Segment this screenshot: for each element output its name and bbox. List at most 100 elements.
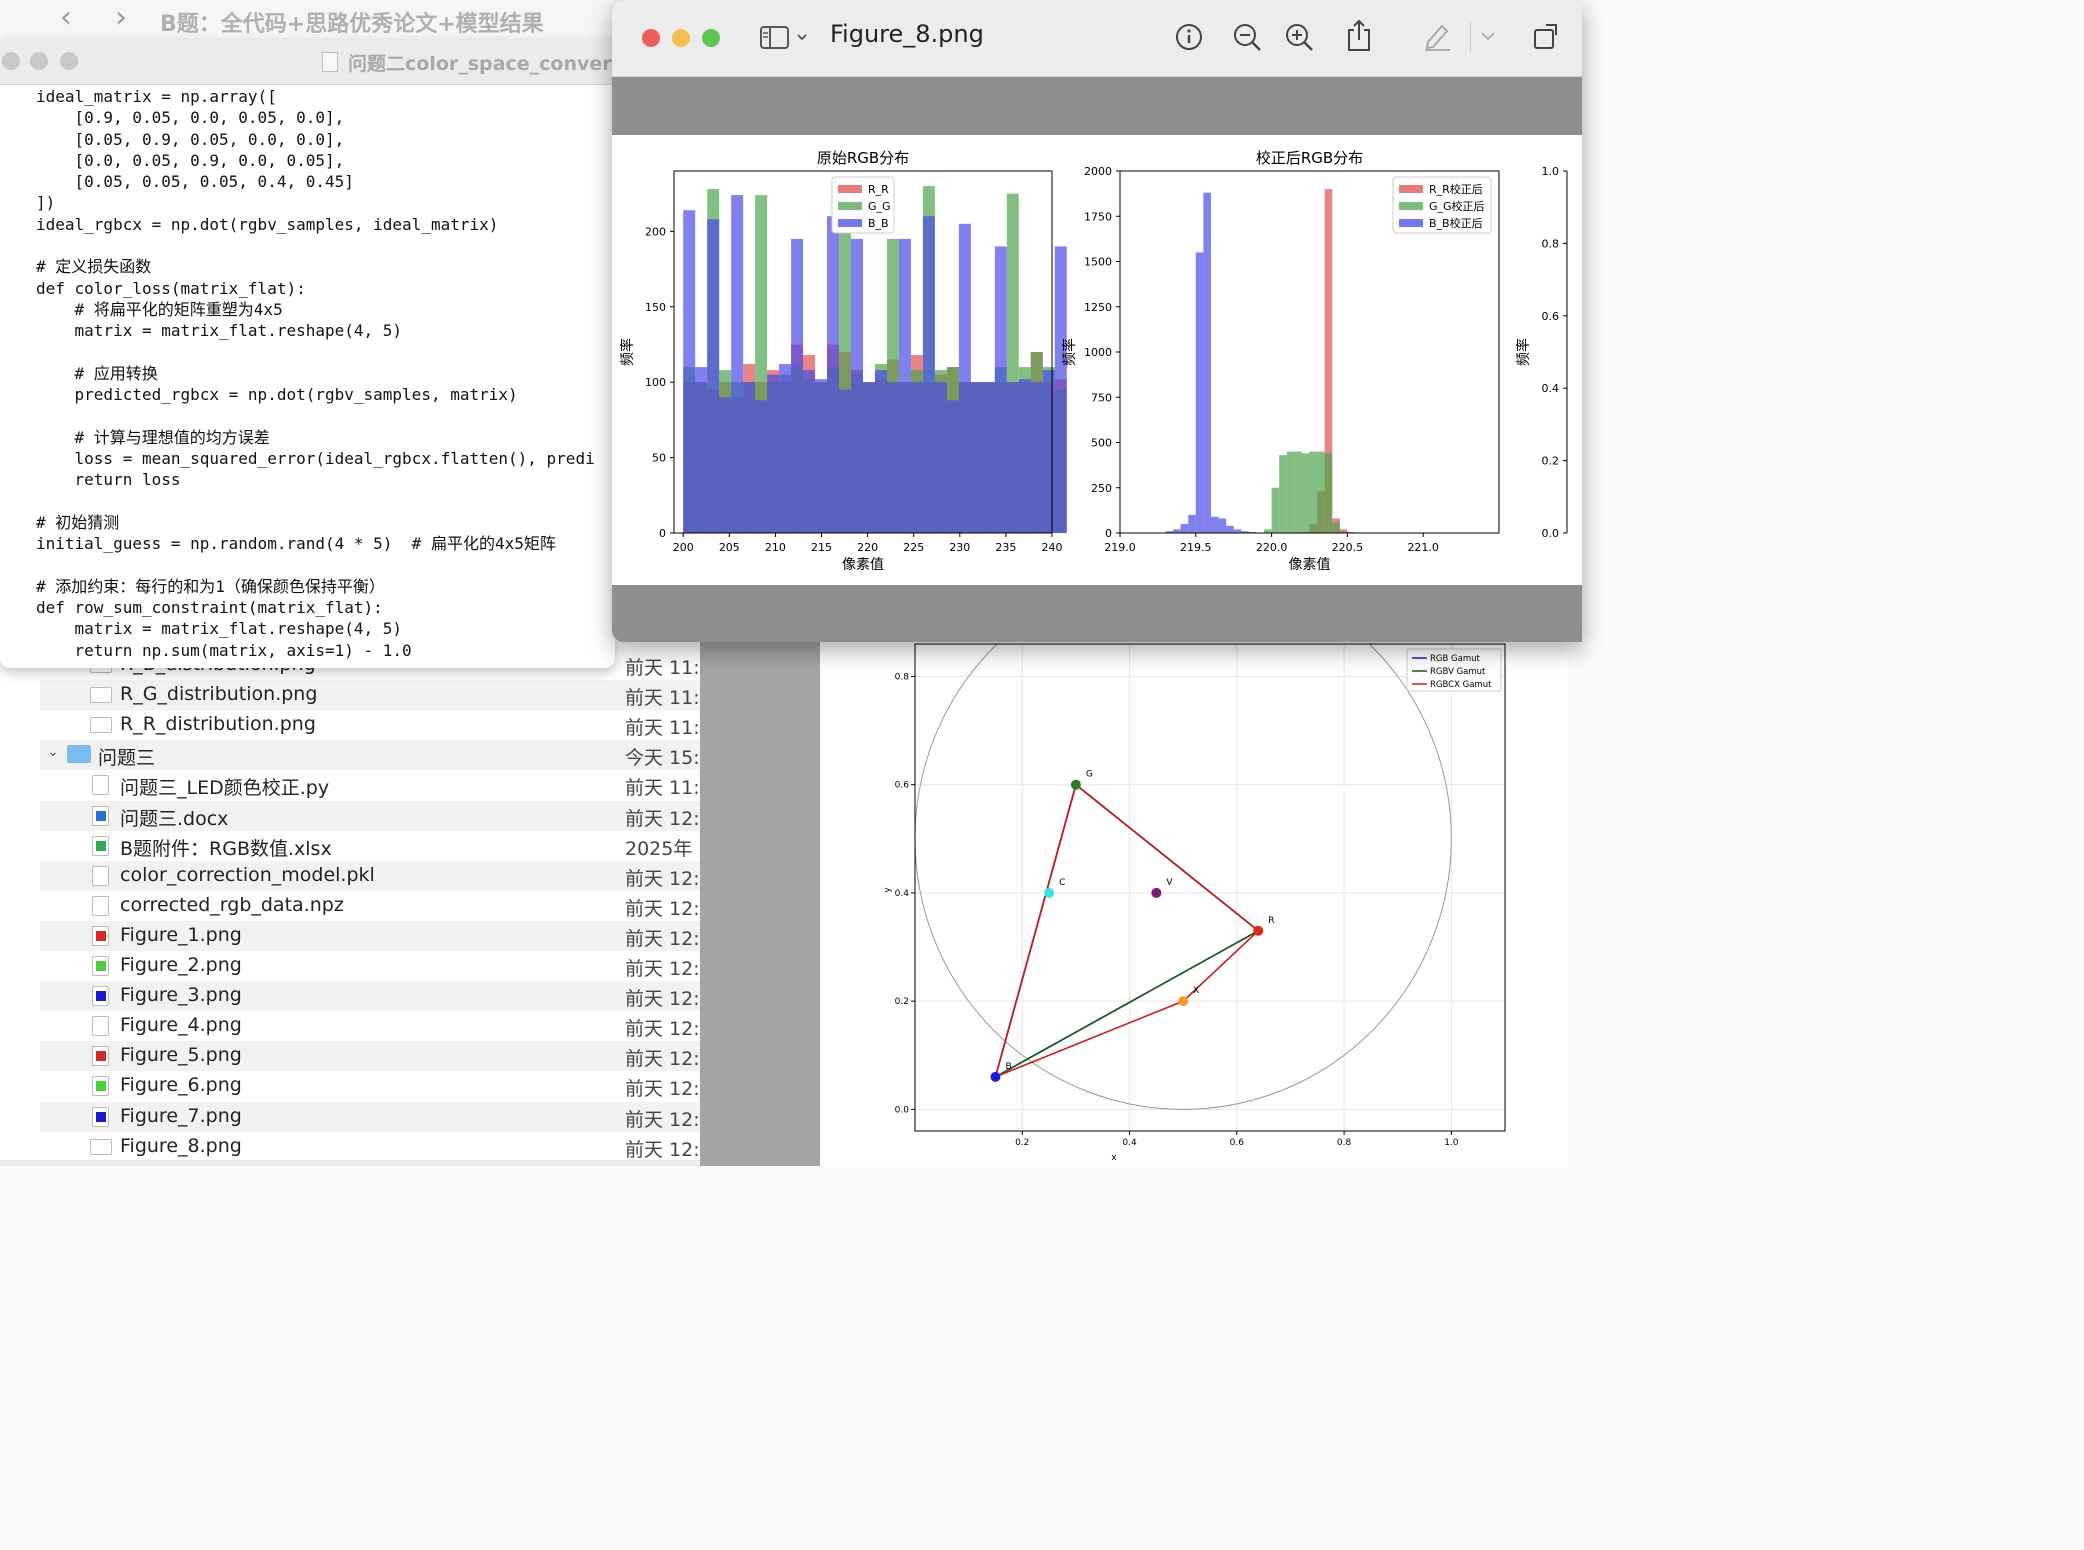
file-name: corrected_rgb_data.npz (120, 893, 344, 916)
zoom-button[interactable] (60, 52, 78, 70)
legend-label: R_R校正后 (1429, 182, 1483, 196)
green-image-icon (92, 956, 109, 976)
blue-image-icon (92, 1106, 109, 1127)
legend-label: RGBCX Gamut (1430, 680, 1492, 690)
legend-label: R_R (868, 183, 889, 196)
histogram-bar (779, 364, 792, 533)
green-image-icon (92, 1076, 109, 1097)
gamut-line (994, 783, 1259, 1079)
histogram-bar (1264, 529, 1272, 533)
file-row[interactable]: Figure_2.png 前天 12:0 (40, 951, 700, 981)
y-tick-label: 0.0 (895, 1105, 910, 1115)
file-row[interactable]: Figure_1.png 前天 12:0 (40, 920, 700, 951)
histogram-bar (1226, 525, 1234, 533)
histogram-bar (1173, 529, 1181, 533)
rotate-icon[interactable] (1532, 22, 1562, 52)
legend-swatch (1399, 219, 1423, 227)
histogram-bar (863, 382, 875, 533)
y-tick-label: 0.6 (895, 781, 910, 791)
histogram-bar (994, 246, 1007, 533)
file-name: Figure_5.png (120, 1044, 242, 1067)
histogram-bar (922, 216, 935, 533)
file-row[interactable]: R_G_distribution.png 前天 11:1 (40, 680, 700, 711)
y-tick-label: 1750 (1084, 210, 1112, 223)
file-row[interactable]: corrected_rgb_data.npz 前天 12:1 (40, 891, 700, 921)
file-row[interactable]: Figure_3.png 前天 12:0 (40, 981, 700, 1012)
legend-swatch (838, 202, 862, 210)
close-button[interactable] (642, 29, 660, 47)
y-tick-label: 0.0 (1542, 527, 1560, 540)
y-tick-label: 0 (1105, 527, 1112, 540)
histogram-bar (1317, 451, 1325, 533)
markup-pen-icon[interactable] (1422, 20, 1452, 52)
y-tick-label: 150 (645, 301, 666, 314)
histogram-bar (827, 216, 840, 533)
histogram-bar (1030, 382, 1043, 533)
zoom-out-icon[interactable] (1232, 22, 1262, 52)
y-tick-label: 50 (652, 452, 666, 465)
file-name: B题附件：RGB数值.xlsx (120, 837, 332, 860)
legend-label: G_G校正后 (1429, 199, 1485, 213)
file-row[interactable]: Figure_7.png 前天 12:0 (40, 1101, 700, 1132)
y-tick-label: 200 (645, 225, 666, 238)
x-tick-label: 0.8 (1337, 1138, 1352, 1148)
code-content[interactable]: ideal_matrix = np.array([ [0.9, 0.05, 0.… (36, 86, 595, 661)
file-name: 问题三.docx (120, 807, 229, 830)
file-row[interactable]: B题附件：RGB数值.xlsx 2025年 (40, 831, 700, 861)
file-row[interactable]: Figure_4.png 前天 12:0 (40, 1011, 700, 1041)
folder-row[interactable]: ⌄ 问题三 今天 15:2 (40, 740, 700, 771)
file-row[interactable]: color_correction_model.pkl 前天 12:1 (40, 860, 700, 891)
back-icon[interactable]: ‹ (60, 2, 72, 34)
y-tick-label: 0.6 (1542, 310, 1560, 323)
finder-folder-title: B题：全代码+思路优秀论文+模型结果 (160, 12, 544, 37)
info-icon[interactable] (1174, 22, 1204, 52)
file-name: Figure_2.png (120, 954, 242, 976)
code-line: [0.9, 0.05, 0.0, 0.05, 0.0], (36, 108, 345, 128)
file-date: 前天 11:1 (625, 657, 700, 679)
x-axis-label: 像素值 (1289, 557, 1331, 573)
file-row[interactable]: 问题三_LED颜色校正.py 前天 11:5 (40, 770, 700, 800)
close-button[interactable] (2, 52, 20, 70)
minimize-button[interactable] (30, 52, 48, 70)
folder-icon (67, 745, 91, 764)
file-row[interactable]: Figure_8.png 前天 12:0 (40, 1132, 700, 1162)
zoom-button[interactable] (702, 29, 720, 47)
legend-label: G_G (868, 200, 891, 213)
file-row[interactable]: 问题三.docx 前天 12:2 (40, 800, 700, 831)
file-date: 前天 12:2 (625, 807, 700, 830)
histogram-bar (958, 223, 971, 533)
histogram-bar (910, 382, 923, 533)
file-name: Figure_8.png (120, 1134, 242, 1157)
code-line: [0.05, 0.05, 0.05, 0.4, 0.45] (36, 172, 354, 192)
histogram-bar (1180, 523, 1189, 533)
y-tick-label: 0.2 (1542, 455, 1560, 468)
file-date: 前天 12:0 (625, 1018, 700, 1041)
histogram-figure: 200 205 210 215 220 225 230 235 240 0 50 100 150 200 原… (619, 149, 1568, 573)
y-tick-label: 100 (645, 376, 666, 389)
file-date: 前天 11:1 (625, 687, 700, 710)
code-line: ideal_rgbcx = np.dot(rgbv_samples, ideal… (36, 214, 499, 234)
chevron-down-icon[interactable] (1480, 30, 1496, 42)
file-row[interactable]: R_R_distribution.png 前天 11:1 (40, 710, 700, 740)
histogram-bar (1210, 516, 1219, 533)
disclosure-chevron-icon[interactable]: ⌄ (47, 744, 59, 760)
y-tick-label: 250 (1091, 482, 1112, 495)
y-axis-label: 频率 (1061, 338, 1078, 366)
legend-swatch (838, 219, 862, 227)
y-tick-label: 0.8 (1542, 237, 1560, 250)
file-row[interactable]: Figure_6.png 前天 12:0 (40, 1071, 700, 1101)
zoom-in-icon[interactable] (1284, 22, 1314, 52)
minimize-button[interactable] (672, 29, 690, 47)
forward-icon[interactable]: › (115, 2, 127, 34)
code-line: ]) (36, 193, 56, 213)
histogram-bar (695, 367, 708, 533)
y-tick-label: 0 (659, 527, 666, 540)
preview-window: Figure_8.png 200 205 210 215 220 225 230… (612, 0, 1582, 642)
code-line: def color_loss(matrix_flat): (36, 278, 306, 298)
sidebar-toggle-icon[interactable] (760, 24, 812, 52)
share-icon[interactable] (1346, 18, 1372, 52)
file-row[interactable]: Figure_5.png 前天 12:0 (40, 1041, 700, 1072)
file-name: Figure_7.png (120, 1104, 242, 1127)
code-line: initial_guess = np.random.rand(4 * 5) # … (36, 534, 556, 554)
file-date: 前天 12:0 (625, 1048, 700, 1071)
